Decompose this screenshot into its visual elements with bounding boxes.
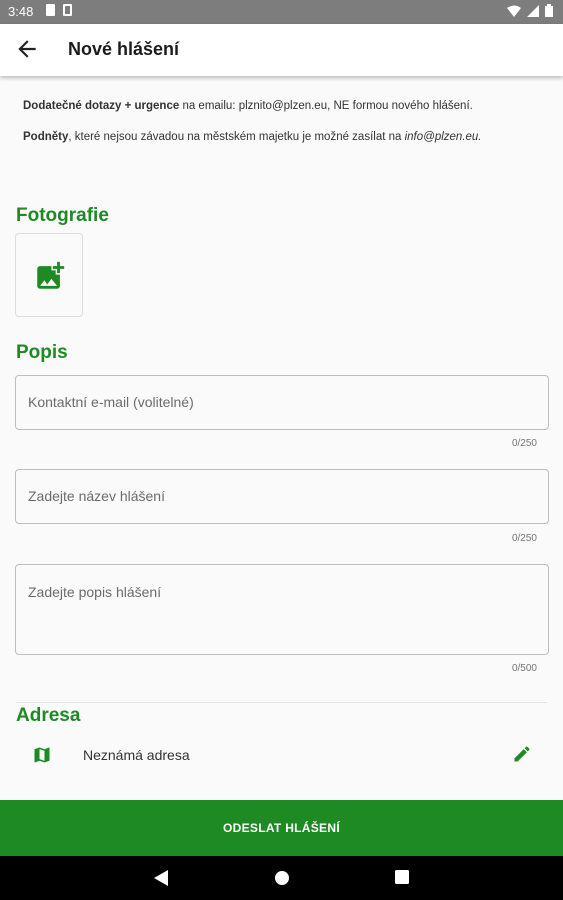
wifi-icon [507,5,521,17]
edit-icon[interactable] [512,744,532,764]
submit-report-button[interactable]: ODESLAT HLÁŠENÍ [0,800,563,856]
address-value: Neznámá adresa [83,747,190,763]
section-divider [16,702,547,703]
section-title-photos: Fotografie [16,205,109,226]
status-bar: 3:48 [0,0,563,24]
system-nav-bar [0,856,563,900]
status-system-icons [507,4,553,17]
contact-email-placeholder: Kontaktní e-mail (volitelné) [28,394,194,410]
page-title: Nové hlášení [68,39,180,59]
sd-card-icon [46,4,55,16]
report-description-counter: 0/500 [511,663,537,674]
battery-icon [545,4,553,17]
contact-email-counter: 0/250 [511,438,537,449]
info-line-urgence-bold: Dodatečné dotazy + urgence [23,100,180,112]
back-arrow-icon[interactable] [14,36,40,62]
nav-back-icon[interactable] [154,870,168,886]
report-title-placeholder: Zadejte název hlášení [28,488,165,504]
report-title-field[interactable]: Zadejte název hlášení [15,469,549,524]
info-line-podnety: Podněty, které nejsou závadou na městské… [23,131,482,143]
report-title-counter: 0/250 [511,533,537,544]
contact-email-field[interactable]: Kontaktní e-mail (volitelné) [15,375,549,430]
address-row[interactable]: Neznámá adresa [0,732,563,776]
section-title-address: Adresa [16,705,81,726]
nav-recents-icon[interactable] [395,870,409,884]
app-bar: Nové hlášení [0,24,563,76]
signal-icon [527,4,539,17]
info-line-podnety-text: , které nejsou závadou na městském majet… [68,131,405,143]
info-email-link[interactable]: info@plzen.eu. [405,131,482,143]
report-description-placeholder: Zadejte popis hlášení [28,584,162,600]
status-time: 3:48 [8,4,34,19]
add-photo-icon [37,261,65,289]
report-description-field[interactable]: Zadejte popis hlášení [15,564,549,655]
info-line-urgence-text: na emailu: plznito@plzen.eu, NE formou n… [179,100,473,112]
status-notifications [46,4,72,16]
section-title-description: Popis [16,342,68,363]
sync-icon [63,4,72,16]
add-photo-button[interactable] [15,233,83,317]
nav-home-icon[interactable] [274,870,290,886]
info-line-podnety-bold: Podněty [23,131,69,143]
map-icon [34,747,50,763]
info-line-urgence: Dodatečné dotazy + urgence na emailu: pl… [23,100,473,112]
